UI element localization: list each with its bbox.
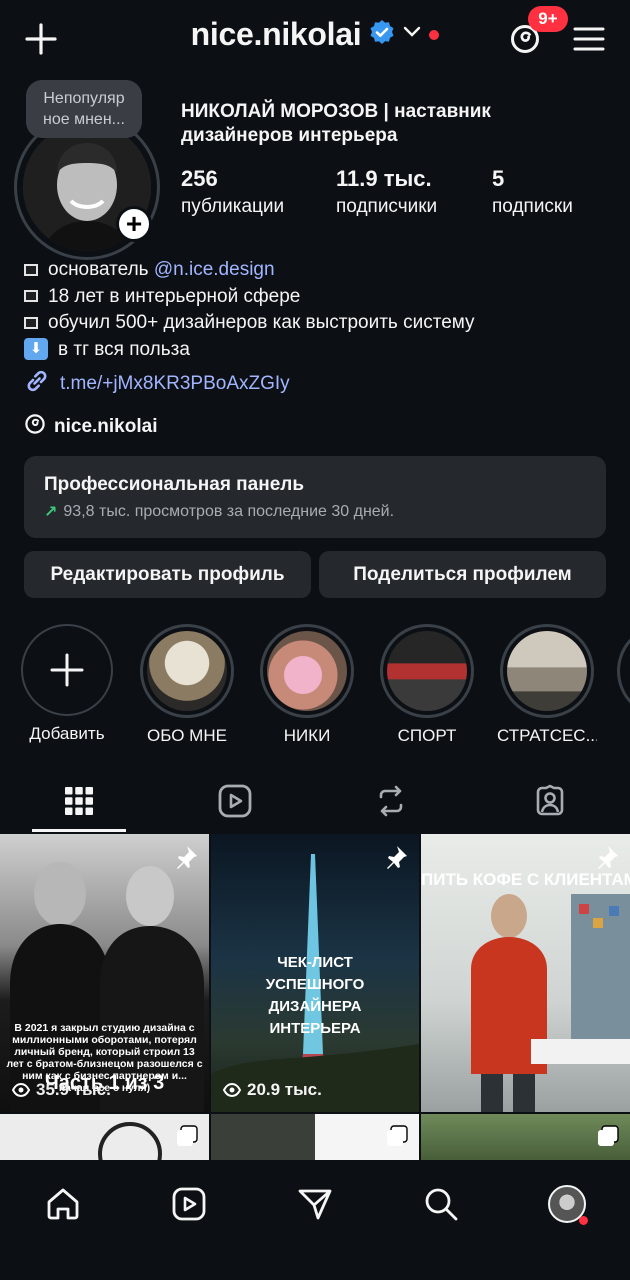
stat-value: 11.9 тыс. [336, 166, 432, 191]
trend-up-icon: ↗ [44, 504, 58, 521]
link-text: t.me/+jMx8KR3PBoAxZGIy [60, 373, 290, 394]
black-square-icon [24, 290, 38, 303]
edit-profile-button[interactable]: Редактировать профиль [24, 551, 311, 598]
profile-tabs [0, 770, 630, 834]
post-views: 20.9 тыс. [223, 1080, 322, 1100]
bottom-navigation [0, 1160, 630, 1280]
posts-grid: В 2021 я закрыл студию дизайна с миллион… [0, 834, 630, 1164]
highlight-item[interactable]: СТРАТСЕС... [497, 624, 597, 746]
pro-panel-title: Профессиональная панель [44, 474, 305, 495]
reels-icon [218, 784, 252, 818]
add-story-button[interactable]: + [116, 206, 152, 242]
pro-panel-subtitle: 93,8 тыс. просмотров за последние 30 дне… [63, 503, 395, 520]
top-bar: nice.nikolai 9+ [0, 0, 630, 76]
username: nice.nikolai [190, 16, 362, 52]
reels-icon [172, 1187, 206, 1221]
chevron-down-icon[interactable] [403, 25, 421, 44]
menu-icon[interactable] [568, 18, 610, 60]
carousel-icon [385, 1124, 409, 1153]
highlight-label: НИКИ [283, 726, 331, 745]
post-tile[interactable]: В 2021 я закрыл студию дизайна с миллион… [0, 834, 209, 1112]
unread-dot [429, 29, 440, 40]
views-count: 35.9 тыс. [36, 1080, 111, 1099]
bio-text: основатель [48, 259, 154, 280]
bio-link[interactable]: t.me/+jMx8KR3PBoAxZGIy [24, 368, 290, 400]
link-icon [24, 368, 50, 400]
professional-dashboard[interactable]: Профессиональная панель ↗ 93,8 тыс. просм… [24, 456, 606, 538]
post-tile[interactable]: ПИТЬ КОФЕ С КЛИЕНТАМИ [421, 834, 630, 1112]
nav-reels[interactable] [159, 1174, 219, 1234]
post-tile[interactable] [211, 1114, 419, 1164]
post-tile[interactable] [0, 1114, 209, 1164]
post-views: 35.9 тыс. [12, 1080, 111, 1100]
bio-text: 18 лет в интерьерной сфере [48, 285, 301, 307]
tagged-user-icon [536, 784, 564, 816]
highlight-item-partial[interactable] [617, 624, 630, 718]
post-tile[interactable]: ЧЕК-ЛИСТ УСПЕШНОГО ДИЗАЙНЕРА ИНТЕРЬЕРА 2… [211, 834, 419, 1112]
share-profile-button[interactable]: Поделиться профилем [319, 551, 606, 598]
home-icon [47, 1188, 79, 1220]
highlight-item[interactable]: НИКИ [257, 624, 357, 746]
tab-tagged[interactable] [487, 770, 613, 832]
bio-text: обучил 500+ дизайнеров как выстроить сис… [48, 312, 475, 333]
stat-value: 5 [492, 166, 505, 191]
bio-mention-link[interactable]: @n.ice.design [154, 259, 275, 280]
views-count: 20.9 тыс. [247, 1080, 322, 1099]
black-square-icon [24, 263, 38, 276]
post-caption: ПИТЬ КОФЕ С КЛИЕНТАМИ [421, 870, 630, 889]
views-icon [223, 1082, 241, 1098]
views-icon [12, 1082, 30, 1098]
highlight-label: ОБО МНЕ [147, 726, 227, 745]
display-name: НИКОЛАЙ МОРОЗОВ | наставник дизайнеров и… [181, 101, 491, 146]
highlight-item[interactable]: ОБО МНЕ [137, 624, 237, 746]
nav-home[interactable] [33, 1174, 93, 1234]
nav-profile[interactable] [537, 1174, 597, 1234]
tab-reposts[interactable] [328, 770, 454, 832]
nav-direct[interactable] [285, 1174, 345, 1234]
threads-profile-link[interactable]: nice.nikolai [24, 413, 157, 441]
highlight-label: Добавить [29, 724, 105, 743]
carousel-icon [596, 1124, 620, 1153]
highlight-label: СТРАТСЕС... [497, 726, 597, 745]
tab-reels[interactable] [172, 770, 298, 832]
plus-icon [50, 653, 84, 687]
pin-icon [173, 844, 199, 875]
profile-note[interactable]: Непопуляр ное мнен... [26, 80, 142, 138]
stat-followers[interactable]: 11.9 тыс. подписчики [336, 166, 437, 218]
send-icon [298, 1189, 332, 1220]
stat-label: публикации [181, 196, 285, 217]
search-icon [425, 1188, 458, 1221]
highlight-add[interactable]: Добавить [17, 624, 117, 744]
black-square-icon [24, 316, 38, 329]
stat-label: подписки [492, 196, 573, 217]
verified-badge-icon [369, 19, 395, 50]
active-tab-indicator [32, 829, 126, 832]
unread-dot [579, 1216, 588, 1225]
nav-search[interactable] [411, 1174, 471, 1234]
post-tile[interactable] [421, 1114, 630, 1164]
bio-text: в тг вся польза [58, 338, 190, 360]
notifications-badge: 9+ [528, 6, 568, 32]
grid-icon [65, 787, 93, 815]
pin-icon [383, 844, 409, 875]
stat-value: 256 [181, 166, 218, 191]
threads-icon [24, 413, 46, 441]
stat-posts[interactable]: 256 публикации [181, 166, 284, 218]
stat-label: подписчики [336, 196, 438, 217]
highlight-item[interactable]: СПОРТ [377, 624, 477, 746]
repost-icon [379, 785, 403, 817]
threads-handle: nice.nikolai [54, 416, 158, 437]
stat-following[interactable]: 5 подписки [492, 166, 573, 218]
down-arrow-icon: ⬇ [24, 338, 48, 361]
highlight-label: СПОРТ [397, 726, 457, 745]
bio: основатель @n.ice.design 18 лет в интерь… [24, 257, 614, 363]
post-caption: ЧЕК-ЛИСТ УСПЕШНОГО ДИЗАЙНЕРА ИНТЕРЬЕРА [265, 954, 365, 1037]
carousel-icon [175, 1124, 199, 1153]
tab-grid[interactable] [16, 770, 142, 832]
